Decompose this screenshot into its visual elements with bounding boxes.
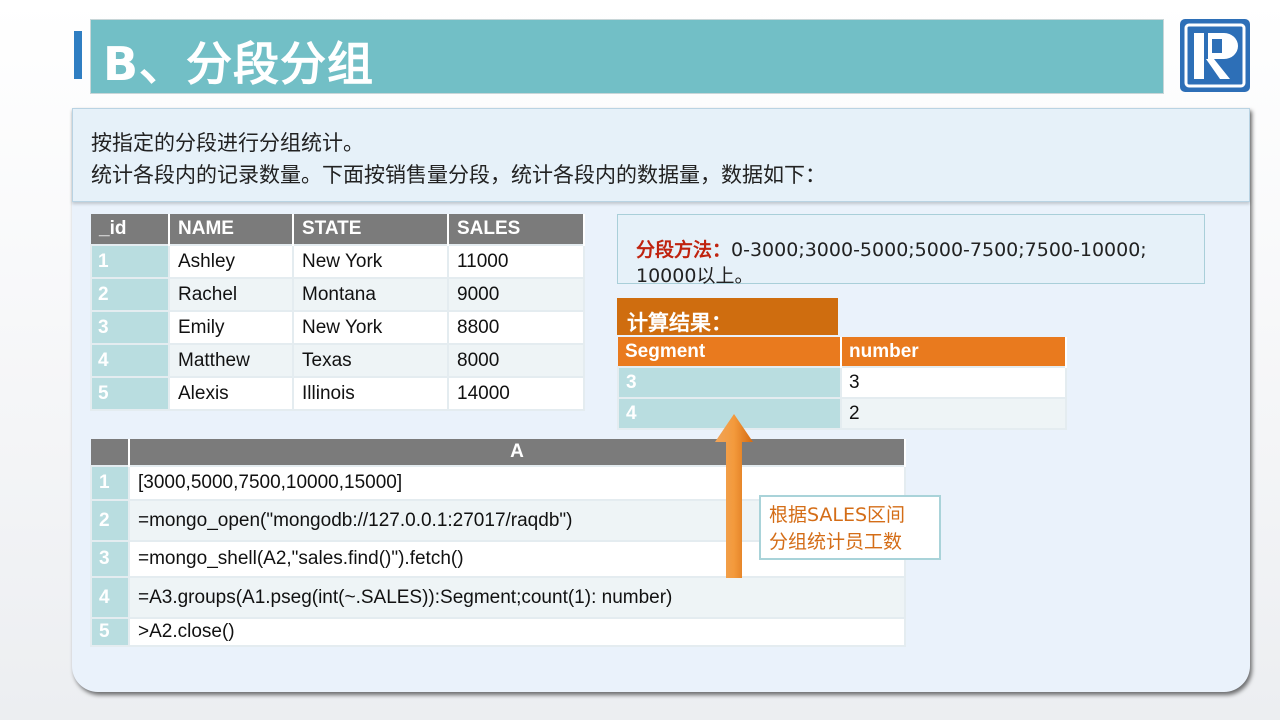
intro-box: 按指定的分段进行分组统计。 统计各段内的记录数量。下面按销售量分段，统计各段内的… [72, 108, 1250, 202]
row-number: 3 [90, 310, 170, 345]
row-number: 5 [90, 617, 130, 647]
table-row: 4 =A3.groups(A1.pseg(int(~.SALES)):Segme… [90, 576, 906, 619]
column-header: STATE [293, 214, 449, 245]
row-number: 3 [90, 540, 130, 578]
table-row: 5 >A2.close() [90, 617, 906, 647]
title-bar: B、分段分组 [90, 19, 1164, 94]
callout-line-2: 分组统计员工数 [769, 531, 903, 553]
callout-note: 根据SALES区间 分组统计员工数 [759, 495, 941, 560]
table-row: 1 Ashley New York 11000 [90, 244, 585, 279]
segment-method-text: 0-3000;3000-5000;5000-7500;7500-10000; [731, 239, 1147, 261]
table-row: 4 2 [617, 397, 1067, 430]
table-cell: New York [292, 244, 449, 279]
column-header: _id [91, 214, 170, 245]
title-accent-bar [74, 31, 82, 79]
table-row: 4 Matthew Texas 8000 [90, 343, 585, 378]
column-header-a: A [129, 439, 906, 466]
table-header-row: _id NAME STATE SALES [91, 214, 585, 245]
row-number: 4 [90, 343, 170, 378]
table-row: 3 Emily New York 8800 [90, 310, 585, 345]
page-title: B、分段分组 [103, 37, 375, 91]
table-cell: 8800 [447, 310, 585, 345]
intro-line-2: 统计各段内的记录数量。下面按销售量分段，统计各段内的数据量，数据如下： [91, 163, 826, 187]
column-header: SALES [448, 214, 585, 245]
code-cell[interactable]: >A2.close() [128, 617, 906, 647]
row-number: 5 [90, 376, 170, 411]
table-cell: Emily [168, 310, 294, 345]
table-cell: Montana [292, 277, 449, 312]
table-cell: Rachel [168, 277, 294, 312]
table-row: 2 Rachel Montana 9000 [90, 277, 585, 312]
column-header: Segment [618, 337, 842, 367]
row-number: 2 [90, 499, 130, 542]
table-cell: 8000 [447, 343, 585, 378]
row-number: 1 [90, 244, 170, 279]
row-number: 2 [90, 277, 170, 312]
table-cell: Ashley [168, 244, 294, 279]
table-cell: New York [292, 310, 449, 345]
table-header-row: Segment number [618, 337, 1067, 367]
table-cell: 9000 [447, 277, 585, 312]
result-table: Segment number 3 3 4 2 [617, 337, 1067, 430]
sales-data-table: _id NAME STATE SALES 1 Ashley New York 1… [90, 214, 585, 411]
logo-icon [1180, 19, 1250, 92]
table-cell: Alexis [168, 376, 294, 411]
callout-line-1: 根据SALES区间 [769, 504, 906, 526]
result-number-cell: 3 [840, 366, 1067, 399]
intro-line-1: 按指定的分段进行分组统计。 [91, 131, 364, 155]
result-segment-cell: 3 [617, 366, 842, 399]
segment-method-box: 分段方法：0-3000;3000-5000;5000-7500;7500-100… [617, 214, 1205, 287]
table-cell: Illinois [292, 376, 449, 411]
table-row: 5 Alexis Illinois 14000 [90, 376, 585, 411]
table-cell: 11000 [447, 244, 585, 279]
row-number: 4 [90, 576, 130, 619]
result-title: 计算结果： [617, 298, 838, 335]
row-number: 1 [90, 465, 130, 501]
result-number-cell: 2 [840, 397, 1067, 430]
table-row: 3 3 [617, 366, 1067, 399]
table-cell: 14000 [447, 376, 585, 411]
code-cell[interactable]: =A3.groups(A1.pseg(int(~.SALES)):Segment… [128, 576, 906, 619]
grid-corner-cell [91, 439, 130, 466]
table-cell: Texas [292, 343, 449, 378]
column-header: number [841, 337, 1067, 367]
table-cell: Matthew [168, 343, 294, 378]
segment-method-line-1: 分段方法：0-3000;3000-5000;5000-7500;7500-100… [636, 235, 1147, 262]
grid-header-row: A [91, 439, 906, 466]
up-arrow-icon [715, 414, 753, 578]
column-header: NAME [169, 214, 294, 245]
segment-method-label: 分段方法： [636, 239, 732, 261]
segment-method-line-2: 10000以上。 [636, 265, 754, 287]
